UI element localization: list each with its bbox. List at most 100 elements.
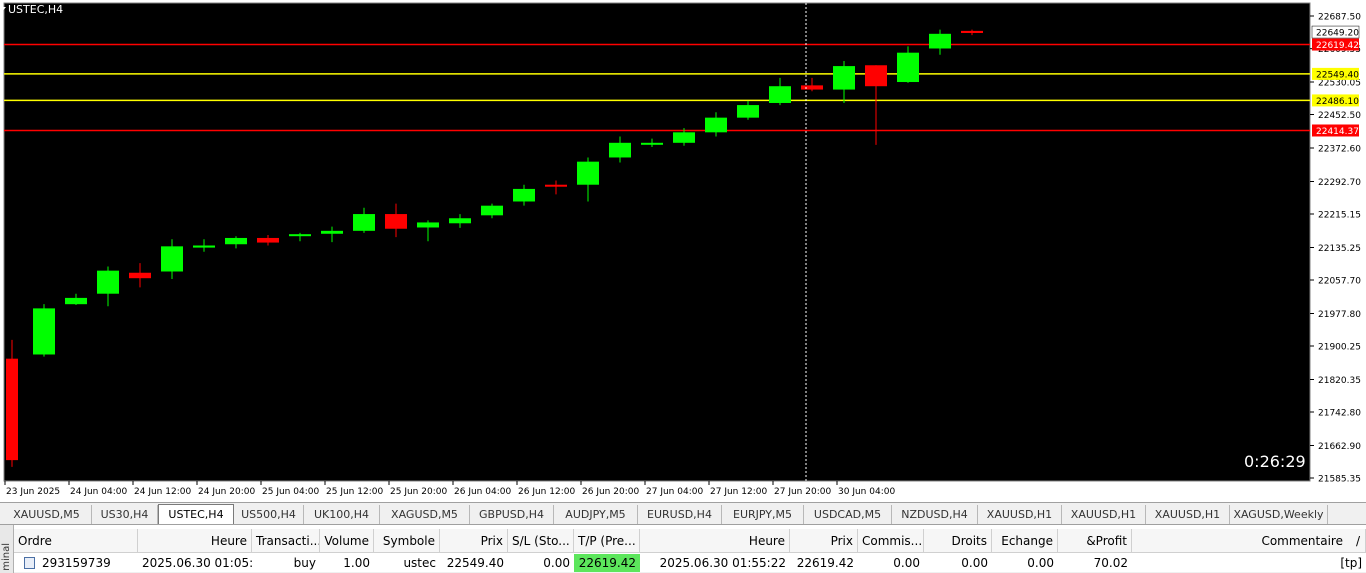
- chart-window[interactable]: 22687.5022609.5522530.0522452.5022372.60…: [0, 0, 1366, 502]
- header-type[interactable]: Transacti...: [252, 529, 320, 553]
- sort-indicator-icon: /: [1355, 534, 1360, 548]
- chart-tab-xauusd-h1[interactable]: XAUUSD,H1: [978, 505, 1062, 524]
- header-open-price[interactable]: Prix: [440, 529, 508, 553]
- time-axis-label: 23 Jun 2025: [6, 487, 60, 497]
- candle-bullish: [65, 297, 87, 305]
- time-axis-label: 27 Jun 20:00: [774, 487, 831, 497]
- candle-bullish: [577, 161, 599, 185]
- chart-tabs-bar: XAUUSD,M5 US30,H4 USTEC,H4 US500,H4 UK100,H4…: [0, 502, 1366, 525]
- candle-bearish: [865, 65, 887, 87]
- chart-tab-ustec-h4[interactable]: USTEC,H4: [158, 504, 234, 525]
- candle-bearish: [961, 30, 983, 33]
- header-comment[interactable]: Commentaire: [1132, 529, 1366, 553]
- terminal-side-label[interactable]: minal: [0, 525, 14, 573]
- chart-tab-xauusd-h1[interactable]: XAUUSD,H1: [1062, 505, 1146, 524]
- candle-bullish: [897, 52, 919, 83]
- candle-bullish: [929, 33, 951, 49]
- candle-bullish: [609, 142, 631, 158]
- candle-bullish: [673, 132, 695, 143]
- bar-countdown-timer: 0:26:29: [1244, 452, 1306, 471]
- header-profit[interactable]: &Profit: [1058, 529, 1132, 553]
- time-axis-label: 25 Jun 20:00: [390, 487, 447, 497]
- candle-bearish: [257, 237, 279, 243]
- price-marker-label: 22649.20: [1316, 29, 1359, 39]
- time-axis-label: 27 Jun 04:00: [646, 487, 703, 497]
- candle-bullish: [833, 66, 855, 90]
- price-axis-label: 22215.15: [1318, 211, 1361, 221]
- header-volume[interactable]: Volume: [320, 529, 374, 553]
- chart-tab-xagusd-weekly[interactable]: XAGUSD,Weekly: [1230, 505, 1328, 524]
- price-axis-label: 21900.25: [1318, 343, 1361, 353]
- candle-bearish: [129, 272, 151, 279]
- header-close-time[interactable]: Heure: [640, 529, 790, 553]
- candle-bullish: [417, 222, 439, 228]
- price-axis-label: 22135.25: [1318, 244, 1361, 254]
- candle-bullish: [705, 117, 727, 133]
- time-axis-label: 24 Jun 04:00: [70, 487, 127, 497]
- candle-bullish: [737, 105, 759, 118]
- candle-bullish: [321, 230, 343, 234]
- header-stop-loss[interactable]: S/L (Sto...: [508, 529, 574, 553]
- header-open-time[interactable]: Heure: [138, 529, 252, 553]
- price-axis-label: 22057.70: [1318, 277, 1361, 287]
- cell-comment: [tp]: [1340, 556, 1362, 570]
- candle-bearish: [801, 85, 823, 90]
- price-axis-label: 21977.80: [1318, 310, 1361, 320]
- chart-tab-usdcad-m5[interactable]: USDCAD,M5: [804, 505, 892, 524]
- price-marker-label: 22486.10: [1316, 97, 1359, 107]
- time-axis-label: 27 Jun 12:00: [710, 487, 767, 497]
- candle-bullish: [481, 205, 503, 216]
- chart-tab-eurjpy-m5[interactable]: EURJPY,M5: [722, 505, 804, 524]
- candle-bullish: [353, 214, 375, 231]
- time-axis-label: 25 Jun 04:00: [262, 487, 319, 497]
- time-axis-label: 26 Jun 20:00: [582, 487, 639, 497]
- header-close-price[interactable]: Prix: [790, 529, 858, 553]
- price-axis-label: 21742.80: [1318, 409, 1361, 419]
- candle-bullish: [513, 188, 535, 202]
- chart-tab-xauusd-h1[interactable]: XAUUSD,H1: [1146, 505, 1230, 524]
- price-marker-label: 22549.40: [1316, 70, 1359, 80]
- header-order[interactable]: Ordre: [14, 529, 138, 553]
- order-icon: [24, 557, 35, 569]
- chart-tab-uk100-h4[interactable]: UK100,H4: [304, 505, 380, 524]
- cell-swap: 0.00: [961, 556, 988, 570]
- candle-bearish: [6, 358, 18, 461]
- candle-bullish: [769, 86, 791, 103]
- header-take-profit[interactable]: T/P (Pre...: [574, 529, 640, 553]
- candle-bullish: [641, 142, 663, 145]
- header-swap[interactable]: Droits: [924, 529, 992, 553]
- price-marker-label: 22619.42: [1316, 41, 1359, 51]
- header-symbol[interactable]: Symbole: [374, 529, 440, 553]
- chart-tab-eurusd-h4[interactable]: EURUSD,H4: [638, 505, 722, 524]
- candlestick-chart[interactable]: 22687.5022609.5522530.0522452.5022372.60…: [0, 0, 1366, 502]
- candle-bullish: [225, 237, 247, 245]
- candle-bullish: [161, 246, 183, 272]
- chart-tab-xagusd-m5[interactable]: XAGUSD,M5: [380, 505, 470, 524]
- time-axis-label: 26 Jun 12:00: [518, 487, 575, 497]
- candle-bullish: [33, 308, 55, 355]
- header-commission[interactable]: Commis...: [858, 529, 924, 553]
- chart-tab-us500-h4[interactable]: US500,H4: [234, 505, 304, 524]
- cell-exchange: 0.00: [1027, 556, 1054, 570]
- header-exchange[interactable]: Echange: [992, 529, 1058, 553]
- chart-tab-xauusd-m5[interactable]: XAUUSD,M5: [2, 505, 92, 524]
- chart-tab-nzdusd-h4[interactable]: NZDUSD,H4: [892, 505, 978, 524]
- price-axis-label: 22292.70: [1318, 178, 1361, 188]
- candle-bullish: [193, 245, 215, 248]
- price-axis-label: 21585.35: [1318, 475, 1361, 485]
- chart-tab-gbpusd-h4[interactable]: GBPUSD,H4: [470, 505, 554, 524]
- candle-bullish: [449, 218, 471, 224]
- time-axis-label: 30 Jun 04:00: [838, 487, 895, 497]
- candle-bullish: [289, 234, 311, 237]
- price-axis-label: 22372.60: [1318, 145, 1361, 155]
- price-axis-label: 21662.90: [1318, 442, 1361, 452]
- cell-volume: 1.00: [343, 556, 370, 570]
- time-axis-label: 24 Jun 12:00: [134, 487, 191, 497]
- price-marker-label: 22414.37: [1316, 127, 1359, 137]
- terminal-panel: minal Ordre Heure Transacti... Volume Symbol…: [0, 524, 1366, 573]
- candle-bullish: [97, 270, 119, 294]
- cell-open-price: 22549.40: [446, 556, 504, 570]
- time-axis-label: 24 Jun 20:00: [198, 487, 255, 497]
- chart-tab-audjpy-m5[interactable]: AUDJPY,M5: [554, 505, 638, 524]
- chart-tab-us30-h4[interactable]: US30,H4: [92, 505, 158, 524]
